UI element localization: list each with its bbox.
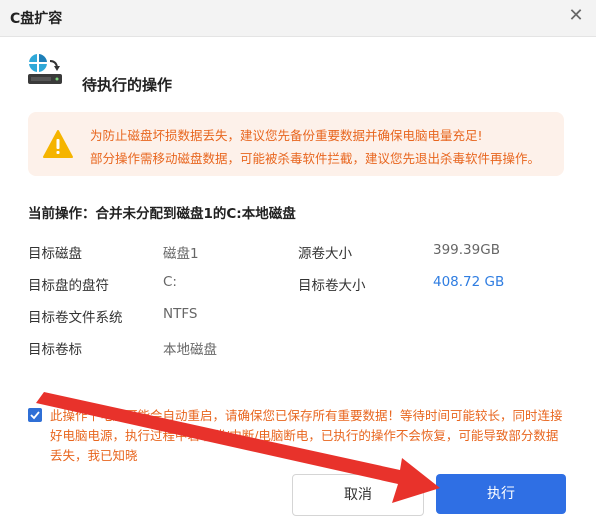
disk-operation-icon xyxy=(28,54,62,84)
target-size-value: 408.72 GB xyxy=(433,274,505,290)
drive-letter-value: C: xyxy=(163,274,177,290)
cancel-button[interactable]: 取消 xyxy=(292,474,424,516)
execute-button[interactable]: 执行 xyxy=(436,474,566,514)
agreement-text: 此操作下电脑可能会自动重启，请确保您已保存所有重要数据！等待时间可能较长，同时连… xyxy=(50,408,563,463)
target-disk-label: 目标磁盘 xyxy=(28,246,82,262)
volume-label-value: 本地磁盘 xyxy=(163,342,217,358)
agreement-section: 此操作下电脑可能会自动重启，请确保您已保存所有重要数据！等待时间可能较长，同时连… xyxy=(28,406,568,466)
title-bar: C盘扩容 ✕ xyxy=(0,0,596,37)
volume-label-label: 目标卷标 xyxy=(28,342,82,358)
window-title: C盘扩容 xyxy=(10,11,63,27)
close-icon[interactable]: ✕ xyxy=(566,6,586,26)
warning-banner: 为防止磁盘坏损数据丢失，建议您先备份重要数据并确保电脑电量充足! 部分操作需移动… xyxy=(28,112,564,176)
source-size-label: 源卷大小 xyxy=(298,246,352,262)
warning-icon xyxy=(43,130,73,158)
page-title: 待执行的操作 xyxy=(82,76,173,94)
target-size-label: 目标卷大小 xyxy=(298,278,366,294)
warning-text-line1: 为防止磁盘坏损数据丢失，建议您先备份重要数据并确保电脑电量充足! xyxy=(90,128,483,143)
drive-letter-label: 目标盘的盘符 xyxy=(28,278,109,294)
agree-checkbox[interactable] xyxy=(28,408,42,422)
target-disk-value: 磁盘1 xyxy=(163,246,199,262)
filesystem-label: 目标卷文件系统 xyxy=(28,310,123,326)
check-icon xyxy=(30,411,40,420)
current-operation: 当前操作：合并未分配到磁盘1的C:本地磁盘 xyxy=(28,206,296,222)
source-size-value: 399.39GB xyxy=(433,242,500,258)
warning-text-line2: 部分操作需移动磁盘数据，可能被杀毒软件拦截，建议您先退出杀毒软件再操作。 xyxy=(90,151,541,166)
filesystem-value: NTFS xyxy=(163,306,198,322)
